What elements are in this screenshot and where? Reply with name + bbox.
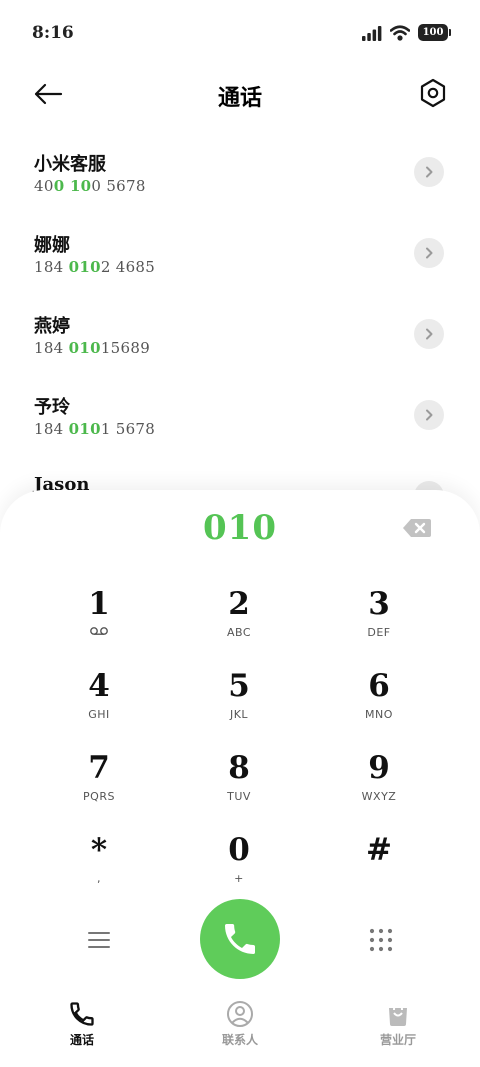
key-3[interactable]: 3 DEF: [309, 580, 449, 662]
backspace-button[interactable]: [402, 518, 432, 540]
backspace-icon: [403, 519, 431, 537]
key-6[interactable]: 6 MNO: [309, 662, 449, 744]
status-icons: 100: [362, 24, 451, 41]
dialpad-panel: 010 1 2 ABC 3 DEF 4 GHI 5 JKL 6 MNO 7 PQ…: [0, 490, 480, 1067]
key-hash[interactable]: #: [309, 826, 449, 908]
tab-label: 联系人: [221, 1033, 258, 1047]
key-digit: 7: [88, 750, 110, 786]
key-letters: DEF: [367, 626, 391, 639]
key-digit: 3: [368, 586, 390, 622]
menu-lines-icon: [88, 932, 110, 948]
number-match-highlight: 010: [68, 420, 101, 438]
key-5[interactable]: 5 JKL: [169, 662, 309, 744]
key-letters: JKL: [229, 708, 249, 721]
menu-button[interactable]: [84, 925, 114, 955]
result-name: 娜娜: [34, 235, 70, 256]
chevron-right-icon: [426, 166, 433, 178]
call-button[interactable]: [200, 899, 280, 979]
bottom-tab-bar: 通话 联系人 营业厅: [0, 1000, 480, 1067]
result-number: 184 0102 4685: [34, 258, 156, 276]
key-letters: ,: [97, 872, 101, 885]
settings-hexagon-icon: [420, 78, 446, 108]
signal-icon: [362, 25, 382, 41]
result-name: 燕婷: [34, 316, 70, 337]
key-digit: *: [90, 832, 108, 868]
key-0[interactable]: 0 +: [169, 826, 309, 908]
phone-handset-icon: [225, 924, 255, 954]
number-match-highlight: 010: [68, 258, 101, 276]
contacts-icon: [227, 1001, 253, 1027]
result-item[interactable]: 燕婷 184 01015689: [0, 294, 480, 375]
keypad-toggle-button[interactable]: [366, 925, 396, 955]
page-title: 通话: [217, 85, 262, 111]
chevron-right-icon: [426, 409, 433, 421]
key-1[interactable]: 1: [29, 580, 169, 662]
shop-bag-icon: [389, 1001, 407, 1026]
key-letters: GHI: [88, 708, 110, 721]
battery-indicator: 100: [418, 24, 451, 41]
key-digit: 6: [368, 668, 390, 704]
dialer-action-row: [0, 899, 480, 981]
tab-label: 营业厅: [379, 1033, 416, 1047]
tab-contacts[interactable]: 联系人: [180, 1000, 300, 1048]
key-digit: 9: [368, 750, 390, 786]
status-time: 8:16: [32, 23, 74, 43]
status-bar: 8:16 100: [0, 0, 480, 64]
key-digit: #: [366, 832, 392, 868]
result-number: 184 01015689: [34, 339, 151, 357]
tab-service-hall[interactable]: 营业厅: [338, 1000, 458, 1048]
chevron-right-icon: [426, 247, 433, 259]
detail-button[interactable]: [414, 319, 444, 349]
result-item[interactable]: Jason: [0, 456, 480, 492]
key-letters: WXYZ: [361, 790, 397, 803]
key-digit: 1: [88, 586, 110, 622]
voicemail-icon: [90, 627, 108, 635]
number-match-highlight: 010: [68, 339, 101, 357]
battery-level: 100: [422, 27, 444, 38]
result-item[interactable]: 小米客服 400 100 5678: [0, 132, 480, 213]
key-digit: 4: [88, 668, 110, 704]
key-digit: 2: [228, 586, 250, 622]
header: 通话: [0, 64, 480, 126]
key-8[interactable]: 8 TUV: [169, 744, 309, 826]
key-letters: +: [234, 872, 244, 885]
key-digit: 8: [228, 750, 250, 786]
chevron-right-icon: [426, 328, 433, 340]
result-number: 400 100 5678: [34, 177, 146, 195]
key-digit: 0: [228, 832, 250, 868]
key-7[interactable]: 7 PQRS: [29, 744, 169, 826]
result-item[interactable]: 娜娜 184 0102 4685: [0, 213, 480, 294]
search-results-list: 小米客服 400 100 5678 娜娜 184 0102 4685 燕婷 18…: [0, 132, 480, 492]
result-number: 184 0101 5678: [34, 420, 156, 438]
detail-button[interactable]: [414, 238, 444, 268]
tab-label: 通话: [69, 1033, 94, 1047]
tab-calls[interactable]: 通话: [22, 1000, 142, 1048]
result-name: 予玲: [34, 397, 70, 418]
keypad: 1 2 ABC 3 DEF 4 GHI 5 JKL 6 MNO 7 PQRS 8…: [29, 580, 451, 908]
key-4[interactable]: 4 GHI: [29, 662, 169, 744]
number-match-highlight: 0 10: [53, 177, 92, 195]
key-letters: PQRS: [83, 790, 115, 803]
detail-button[interactable]: [414, 400, 444, 430]
key-letters: MNO: [365, 708, 393, 721]
result-item[interactable]: 予玲 184 0101 5678: [0, 375, 480, 456]
key-letters: TUV: [227, 790, 251, 803]
key-digit: 5: [228, 668, 250, 704]
settings-button[interactable]: [418, 77, 448, 109]
key-letters: ABC: [226, 626, 252, 639]
phone-icon: [70, 1002, 94, 1026]
detail-button[interactable]: [414, 157, 444, 187]
wifi-icon: [390, 24, 410, 41]
key-2[interactable]: 2 ABC: [169, 580, 309, 662]
key-9[interactable]: 9 WXYZ: [309, 744, 449, 826]
result-name: 小米客服: [34, 154, 106, 175]
voicemail-glyph: [90, 626, 108, 640]
dots-grid-icon: [369, 928, 393, 952]
key-star[interactable]: * ,: [29, 826, 169, 908]
